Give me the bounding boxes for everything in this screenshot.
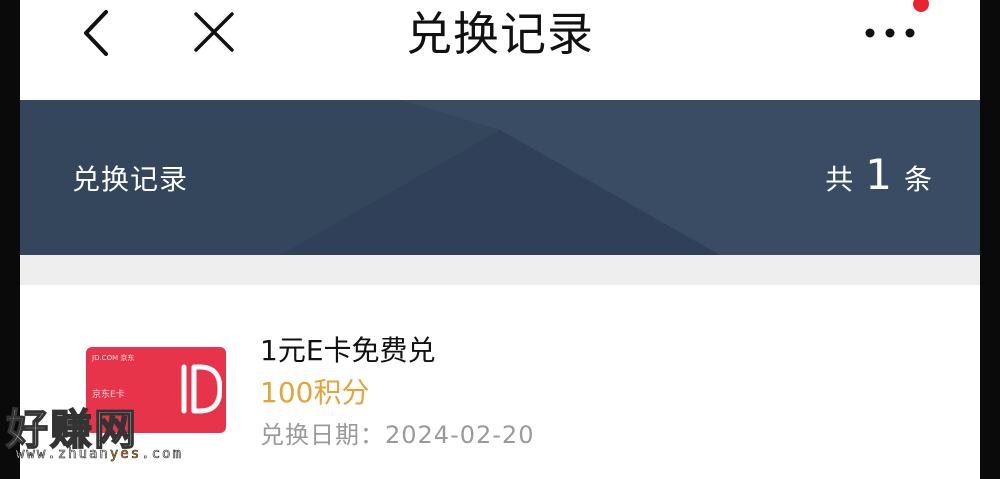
banner-title: 兑换记录: [72, 163, 189, 196]
record-count: 共 1 条: [825, 150, 932, 199]
item-date: 兑换日期：2024-02-20: [260, 421, 535, 449]
count-prefix: 共: [825, 163, 854, 196]
item-title: 1元E卡免费兑: [260, 334, 436, 367]
item-points: 100积分: [260, 376, 370, 409]
card-brand: JD.COM 京东: [92, 354, 135, 362]
count-value: 1: [865, 150, 892, 199]
count-suffix: 条: [903, 163, 932, 196]
watermark: 好赚网 www.zhuanyes.com: [0, 392, 200, 472]
section-divider: [20, 255, 980, 285]
screen-border-right: [980, 0, 1000, 479]
summary-banner: 兑换记录 共 1 条: [20, 100, 980, 255]
more-horizontal-icon[interactable]: [860, 18, 920, 48]
watermark-url: www.zhuanyes.com: [16, 446, 183, 463]
page-title: 兑换记录: [406, 7, 594, 61]
top-nav-bar: 兑换记录: [20, 0, 980, 100]
